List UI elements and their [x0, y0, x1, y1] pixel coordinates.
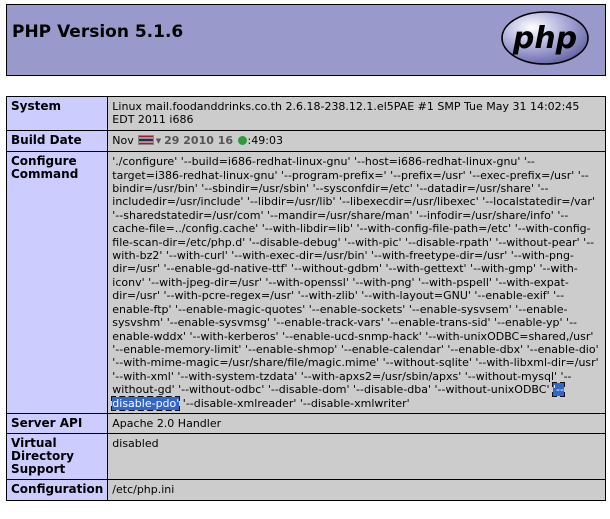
page-title: PHP Version 5.1.6 [12, 22, 184, 42]
configure-text-after: '--disable-xmlreader' '--disable-xmlwrit… [179, 396, 410, 410]
configure-text-before: './configure' '--build=i686-redhat-linux… [112, 155, 599, 397]
build-date-number: 29 2010 16 [164, 133, 234, 147]
table-row: Configure Command './configure' '--build… [5, 151, 606, 414]
row-key: Build Date [5, 129, 109, 153]
row-value: Linux mail.foodanddrinks.co.th 2.6.18-23… [107, 96, 606, 131]
row-key: Server API [5, 412, 109, 435]
row-key: Virtual Directory Support [5, 433, 109, 481]
row-key: Configure Command [5, 151, 109, 414]
thai-flag-icon[interactable] [137, 134, 154, 145]
php-logo-text: php [512, 21, 577, 56]
table-row: System Linux mail.foodanddrinks.co.th 2.… [5, 96, 606, 131]
build-time: :49:03 [247, 133, 283, 147]
php-logo: php [501, 11, 589, 65]
php-info-table: System Linux mail.foodanddrinks.co.th 2.… [5, 96, 606, 501]
row-value: disabled [107, 433, 606, 481]
chevron-down-icon[interactable]: ▼ [156, 135, 161, 148]
php-version-header: PHP Version 5.1.6 php [6, 4, 606, 76]
row-value: Apache 2.0 Handler [107, 412, 606, 435]
table-row: Server API Apache 2.0 Handler [5, 412, 606, 435]
build-month: Nov [112, 133, 134, 147]
row-key: System [5, 96, 109, 131]
phone-icon[interactable] [237, 135, 247, 145]
row-value-configure: './configure' '--build=i686-redhat-linux… [107, 151, 606, 414]
row-key: Configuration [5, 479, 109, 501]
row-value: /etc/php.ini [107, 479, 606, 501]
row-value-build-date: Nov ▼ 29 2010 16 :49:03 [107, 129, 606, 153]
table-row: Configuration /etc/php.ini [5, 479, 606, 501]
table-row: Virtual Directory Support disabled [5, 433, 606, 481]
table-row: Build Date Nov ▼ 29 2010 16 :49:03 [5, 129, 606, 153]
